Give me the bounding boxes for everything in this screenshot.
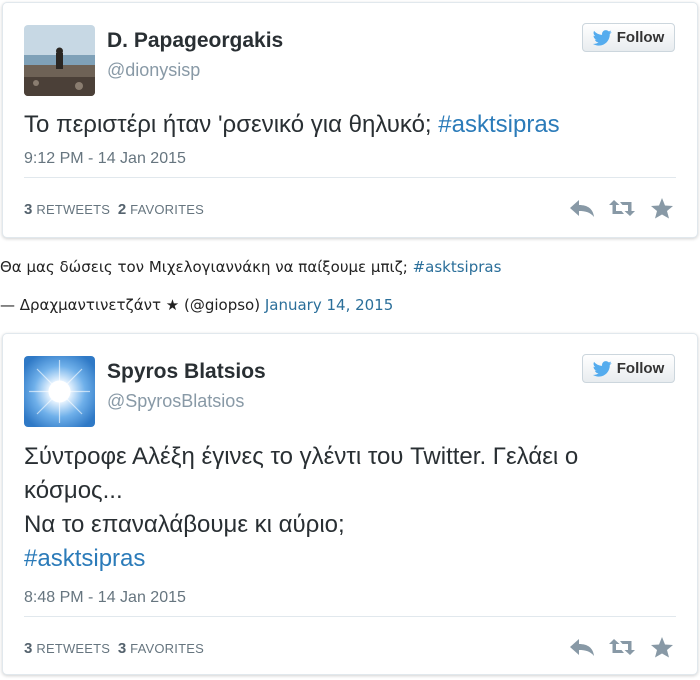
retweets-count[interactable]: 3	[24, 201, 33, 218]
reply-icon[interactable]	[569, 636, 595, 658]
retweets-label[interactable]: RETWEETS	[36, 641, 110, 656]
hashtag-link[interactable]: #asktsipras	[438, 111, 559, 138]
favorites-label[interactable]: FAVORITES	[130, 641, 204, 656]
embed-fallback-text: Θα μας δώσεις τον Μιχελογιαννάκη να παίξ…	[0, 258, 501, 276]
divider	[24, 616, 676, 617]
tweet-timestamp[interactable]: 8:48 PM - 14 Jan 2015	[24, 589, 186, 607]
tweet-actions	[569, 197, 675, 219]
tweet-stats: 3 RETWEETS 2 FAVORITES	[24, 201, 204, 218]
tweet-timestamp[interactable]: 9:12 PM - 14 Jan 2015	[24, 150, 186, 168]
embed-fallback-author: — Δραχμαντινετζάντ ★ (@giopso) January 1…	[0, 296, 393, 314]
favorites-count[interactable]: 2	[118, 201, 127, 218]
follow-button[interactable]: Follow	[582, 354, 675, 383]
favorites-label[interactable]: FAVORITES	[130, 202, 204, 217]
follow-label: Follow	[616, 360, 665, 377]
screen-name[interactable]: @SpyrosBlatsios	[107, 391, 244, 412]
retweets-label[interactable]: RETWEETS	[36, 202, 110, 217]
follow-label: Follow	[616, 29, 665, 46]
embed-date-link[interactable]: January 14, 2015	[265, 296, 393, 314]
hashtag-link[interactable]: #asktsipras	[24, 542, 578, 576]
tweet-text: Σύντροφε Αλέξη έγινες το γλέντι του Twit…	[24, 440, 578, 576]
display-name[interactable]: Spyros Blatsios	[107, 360, 266, 384]
tweet-card: D. Papageorgakis @dionysisp Follow Το πε…	[2, 2, 698, 238]
avatar[interactable]	[24, 25, 95, 96]
tweet-stats: 3 RETWEETS 3 FAVORITES	[24, 640, 204, 657]
twitter-bird-icon	[592, 360, 612, 377]
divider	[24, 177, 676, 178]
favorite-icon[interactable]	[649, 636, 675, 658]
tweet-card: Spyros Blatsios @SpyrosBlatsios Follow Σ…	[2, 333, 698, 675]
follow-button[interactable]: Follow	[582, 23, 675, 52]
reply-icon[interactable]	[569, 197, 595, 219]
tweet-text-line: Σύντροφε Αλέξη έγινες το γλέντι του Twit…	[24, 443, 579, 470]
avatar-image	[24, 356, 95, 427]
embed-author: — Δραχμαντινετζάντ ★ (@giopso)	[0, 296, 265, 314]
favorites-count[interactable]: 3	[118, 640, 127, 657]
retweets-count[interactable]: 3	[24, 640, 33, 657]
embed-text: Θα μας δώσεις τον Μιχελογιαννάκη να παίξ…	[0, 258, 413, 276]
retweet-icon[interactable]	[609, 197, 635, 219]
avatar-image	[24, 25, 95, 96]
display-name[interactable]: D. Papageorgakis	[107, 29, 283, 53]
tweet-text-body: Το περιστέρι ήταν 'ρσενικό για θηλυκό;	[24, 111, 439, 138]
favorite-icon[interactable]	[649, 197, 675, 219]
twitter-bird-icon	[592, 29, 612, 46]
tweet-text-line: κόσμος...	[24, 477, 123, 504]
screen-name[interactable]: @dionysisp	[107, 60, 200, 81]
tweet-text-line: Να το επαναλάβουμε κι αύριο;	[24, 511, 345, 538]
tweet-text: Το περιστέρι ήταν 'ρσενικό για θηλυκό; #…	[24, 108, 560, 142]
embed-hashtag-link[interactable]: #asktsipras	[413, 258, 502, 276]
avatar[interactable]	[24, 356, 95, 427]
retweet-icon[interactable]	[609, 636, 635, 658]
tweet-actions	[569, 636, 675, 658]
